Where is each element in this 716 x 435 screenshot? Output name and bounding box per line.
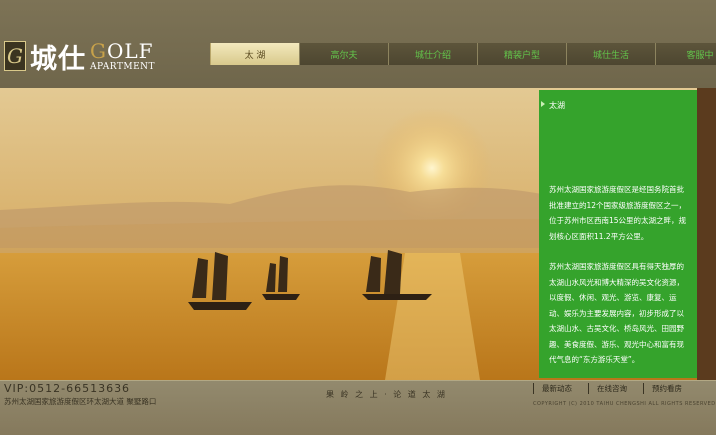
main-nav: 太 湖 高尔夫 城仕介绍 精装户型 城仕生活 客服中 — [210, 43, 716, 65]
logo-golf-initial: G — [90, 38, 107, 63]
footer-link-consult[interactable]: 在线咨询 — [588, 383, 635, 394]
slogan: 果 岭 之 上 · 论 道 太 湖 — [326, 390, 447, 399]
header-bar: G 城仕 GOLF APARTMENT 太 湖 高尔夫 城仕介绍 精装户型 城仕… — [0, 0, 716, 88]
logo[interactable]: G 城仕 GOLF APARTMENT — [4, 38, 155, 75]
footer: VIP:0512-66513636 苏州太湖国家旅游度假区环太湖大道 聚墅路口 … — [0, 380, 716, 435]
panel-paragraph-2: 苏州太湖国家旅游度假区具有得天独厚的太湖山水风光和博大精深的吴文化资源，以度假、… — [549, 262, 684, 364]
logo-golf-rest: OLF — [106, 38, 154, 63]
logo-chinese-name: 城仕 — [30, 43, 86, 75]
right-edge-strip — [697, 88, 716, 380]
nav-item-service[interactable]: 客服中 — [655, 43, 716, 65]
nav-item-life[interactable]: 城仕生活 — [566, 43, 655, 65]
footer-links: 最新动态 在线咨询 预约看房 — [533, 383, 698, 394]
footer-link-booking[interactable]: 预约看房 — [643, 383, 690, 394]
vip-phone: VIP:0512-66513636 — [4, 382, 131, 395]
logo-mark-icon: G — [4, 41, 26, 71]
panel-title: 太湖 — [541, 98, 565, 114]
logo-english: GOLF APARTMENT — [90, 41, 155, 72]
nav-item-golf[interactable]: 高尔夫 — [299, 43, 388, 65]
nav-item-floorplans[interactable]: 精装户型 — [477, 43, 566, 65]
panel-paragraph-1: 苏州太湖国家旅游度假区是经国务院首批批准建立的12个国家级旅游度假区之一，位于苏… — [549, 185, 687, 241]
nav-item-intro[interactable]: 城仕介绍 — [388, 43, 477, 65]
address: 苏州太湖国家旅游度假区环太湖大道 聚墅路口 — [4, 397, 157, 406]
logo-apartment: APARTMENT — [90, 61, 156, 72]
nav-item-taihu[interactable]: 太 湖 — [210, 43, 299, 65]
footer-link-news[interactable]: 最新动态 — [533, 383, 580, 394]
footer-divider — [0, 380, 716, 381]
copyright: COPYRIGHT (C) 2010 TAIHU CHENGSHI ALL RI… — [533, 401, 716, 407]
info-panel: 太湖 苏州太湖国家旅游度假区是经国务院首批批准建立的12个国家级旅游度假区之一，… — [539, 90, 697, 378]
